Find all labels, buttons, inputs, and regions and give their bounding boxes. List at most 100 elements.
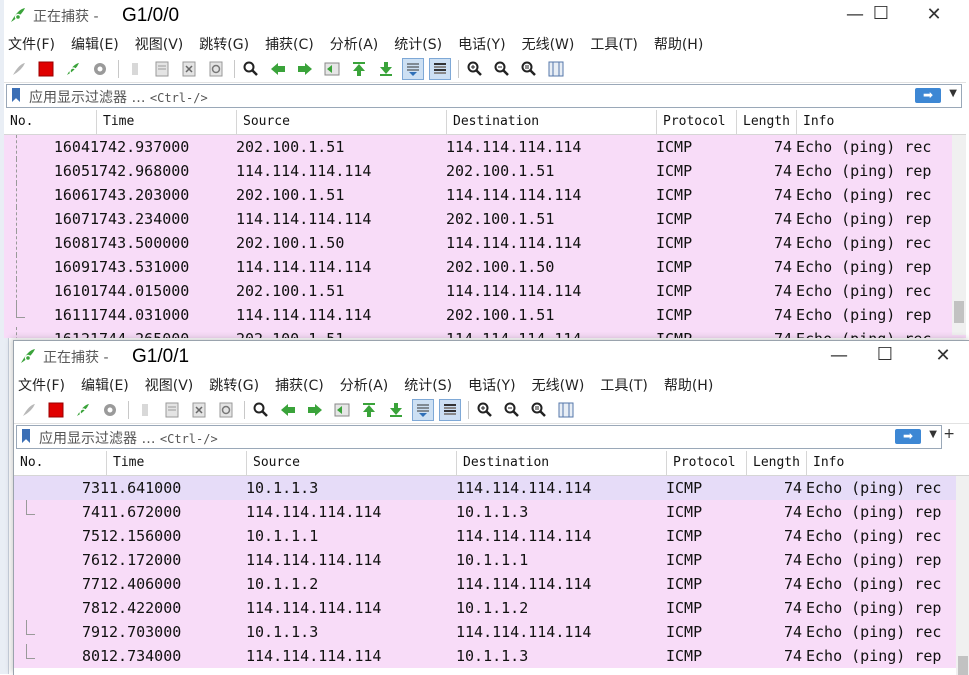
menu-file[interactable]: 文件(F): [8, 34, 55, 54]
column-header-length[interactable]: Length: [746, 451, 806, 475]
resize-columns-icon[interactable]: [545, 58, 567, 80]
menu-tools[interactable]: 工具(T): [600, 375, 647, 395]
capture-options-gear-icon[interactable]: [99, 399, 121, 421]
column-header-protocol[interactable]: Protocol: [666, 451, 746, 475]
go-first-packet-icon[interactable]: [358, 399, 380, 421]
normal-size-icon[interactable]: [518, 58, 540, 80]
menu-capture[interactable]: 捕获(C): [275, 375, 324, 395]
colorize-packet-list-icon[interactable]: [439, 399, 461, 421]
menu-wireless[interactable]: 无线(W): [522, 34, 575, 54]
add-filter-button-plus-icon[interactable]: +: [943, 426, 955, 442]
table-row[interactable]: 74 11.672000 114.114.114.114 10.1.1.3 ICMP 74…: [14, 500, 969, 524]
menu-view[interactable]: 视图(V): [135, 34, 184, 54]
filter-bookmark-icon[interactable]: [22, 429, 30, 443]
stop-capture-icon[interactable]: [35, 58, 57, 80]
column-header-protocol[interactable]: Protocol: [656, 110, 736, 134]
go-back-arrow-icon[interactable]: [267, 58, 289, 80]
column-header-no[interactable]: No.: [4, 110, 96, 134]
close-file-icon[interactable]: [178, 58, 200, 80]
packet-list-scrollbar[interactable]: [952, 135, 966, 335]
filter-dropdown-chevron-icon[interactable]: ▼: [929, 429, 937, 440]
go-forward-arrow-icon[interactable]: [294, 58, 316, 80]
menu-edit[interactable]: 编辑(E): [81, 375, 129, 395]
packet-list-scrollbar[interactable]: [956, 476, 969, 675]
colorize-packet-list-icon[interactable]: [429, 58, 451, 80]
apply-filter-arrow-icon[interactable]: ➡: [895, 429, 921, 444]
apply-filter-arrow-icon[interactable]: ➡: [915, 88, 941, 103]
table-row[interactable]: 1604 1742.937000 202.100.1.51 114.114.114.1…: [4, 135, 966, 159]
capture-options-gear-icon[interactable]: [89, 58, 111, 80]
zoom-out-icon[interactable]: [491, 58, 513, 80]
go-first-packet-icon[interactable]: [348, 58, 370, 80]
display-filter-input[interactable]: 应用显示过滤器 … <Ctrl-/> ➡ ▼ +: [16, 425, 955, 449]
open-file-icon[interactable]: [134, 399, 156, 421]
table-row[interactable]: 1608 1743.500000 202.100.1.50 114.114.114.1…: [4, 231, 966, 255]
go-to-packet-icon[interactable]: [321, 58, 343, 80]
column-header-destination[interactable]: Destination: [456, 451, 666, 475]
table-row[interactable]: 79 12.703000 10.1.1.3 114.114.114.114 ICMP 74…: [14, 620, 969, 644]
column-header-length[interactable]: Length: [736, 110, 796, 134]
column-header-info[interactable]: Info: [796, 110, 956, 134]
display-filter-input[interactable]: 应用显示过滤器 … <Ctrl-/> ➡ ▼: [6, 84, 962, 108]
column-header-time[interactable]: Time: [96, 110, 236, 134]
column-header-destination[interactable]: Destination: [446, 110, 656, 134]
menu-statistics[interactable]: 统计(S): [404, 375, 452, 395]
start-capture-icon[interactable]: [18, 399, 40, 421]
close-button[interactable]: ✕: [928, 343, 958, 369]
table-row[interactable]: 75 12.156000 10.1.1.1 114.114.114.114 ICMP 74…: [14, 524, 969, 548]
column-header-source[interactable]: Source: [236, 110, 446, 134]
table-row[interactable]: 77 12.406000 10.1.1.2 114.114.114.114 ICMP 74…: [14, 572, 969, 596]
reload-file-icon[interactable]: [215, 399, 237, 421]
find-packet-magnifier-icon[interactable]: [250, 399, 272, 421]
resize-columns-icon[interactable]: [555, 399, 577, 421]
menu-statistics[interactable]: 统计(S): [394, 34, 442, 54]
stop-capture-icon[interactable]: [45, 399, 67, 421]
minimize-button[interactable]: —: [824, 343, 854, 369]
menu-go[interactable]: 跳转(G): [199, 34, 249, 54]
filter-bookmark-icon[interactable]: [12, 88, 20, 102]
menu-edit[interactable]: 编辑(E): [71, 34, 119, 54]
menu-analyze[interactable]: 分析(A): [340, 375, 389, 395]
menu-capture[interactable]: 捕获(C): [265, 34, 314, 54]
go-forward-arrow-icon[interactable]: [304, 399, 326, 421]
go-last-packet-icon[interactable]: [375, 58, 397, 80]
zoom-in-icon[interactable]: [464, 58, 486, 80]
maximize-button[interactable]: ☐: [866, 1, 896, 27]
normal-size-icon[interactable]: [528, 399, 550, 421]
column-header-time[interactable]: Time: [106, 451, 246, 475]
go-last-packet-icon[interactable]: [385, 399, 407, 421]
restart-capture-icon[interactable]: [72, 399, 94, 421]
menu-telephony[interactable]: 电话(Y): [458, 34, 505, 54]
table-row[interactable]: 1609 1743.531000 114.114.114.114 202.100.1.…: [4, 255, 966, 279]
menu-go[interactable]: 跳转(G): [209, 375, 259, 395]
table-row[interactable]: 16121744.265000 202.100.1.51 114.114.114.1…: [4, 327, 966, 338]
open-file-icon[interactable]: [124, 58, 146, 80]
find-packet-magnifier-icon[interactable]: [240, 58, 262, 80]
table-row[interactable]: 1607 1743.234000 114.114.114.114 202.100.1.…: [4, 207, 966, 231]
close-file-icon[interactable]: [188, 399, 210, 421]
menu-wireless[interactable]: 无线(W): [532, 375, 585, 395]
table-row[interactable]: 1606 1743.203000 202.100.1.51 114.114.114.1…: [4, 183, 966, 207]
zoom-in-icon[interactable]: [474, 399, 496, 421]
table-row[interactable]: 73 11.641000 10.1.1.3 114.114.114.114 ICMP 74…: [14, 476, 969, 500]
menu-tools[interactable]: 工具(T): [590, 34, 637, 54]
table-row[interactable]: 1610 1744.015000 202.100.1.51 114.114.114.1…: [4, 279, 966, 303]
save-file-icon[interactable]: [151, 58, 173, 80]
go-back-arrow-icon[interactable]: [277, 399, 299, 421]
table-row[interactable]: 80 12.734000 114.114.114.114 10.1.1.3 ICMP 74…: [14, 644, 969, 668]
menu-help[interactable]: 帮助(H): [654, 34, 703, 54]
auto-scroll-icon[interactable]: [412, 399, 434, 421]
auto-scroll-icon[interactable]: [402, 58, 424, 80]
menu-analyze[interactable]: 分析(A): [330, 34, 379, 54]
menu-view[interactable]: 视图(V): [145, 375, 194, 395]
column-header-info[interactable]: Info: [806, 451, 969, 475]
table-row[interactable]: 78 12.422000 114.114.114.114 10.1.1.2 ICMP 74…: [14, 596, 969, 620]
table-row[interactable]: 1611 1744.031000 114.114.114.114 202.100.1.…: [4, 303, 966, 327]
menu-file[interactable]: 文件(F): [18, 375, 65, 395]
start-capture-icon[interactable]: [8, 58, 30, 80]
table-row[interactable]: 76 12.172000 114.114.114.114 10.1.1.1 ICMP 74…: [14, 548, 969, 572]
zoom-out-icon[interactable]: [501, 399, 523, 421]
menu-help[interactable]: 帮助(H): [664, 375, 713, 395]
restart-capture-icon[interactable]: [62, 58, 84, 80]
table-row[interactable]: 1605 1742.968000 114.114.114.114 202.100.1.…: [4, 159, 966, 183]
